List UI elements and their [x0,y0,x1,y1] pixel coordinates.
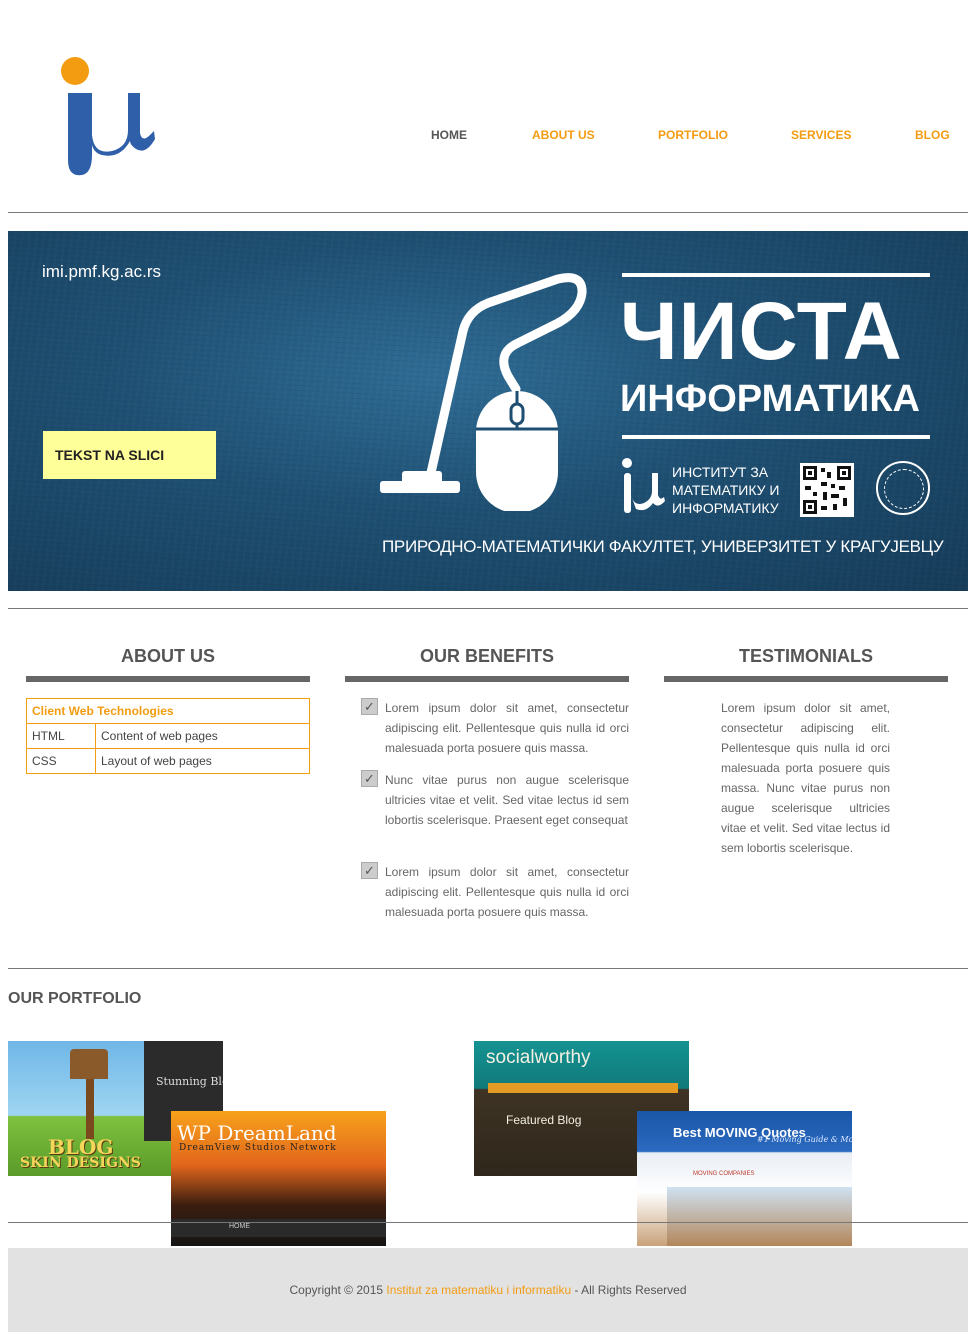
footer-copyright: Copyright © 2015 [289,1283,387,1297]
testimonials-section: TESTIMONIALS [664,646,948,682]
testimonials-heading: TESTIMONIALS [739,646,873,666]
footer-link[interactable]: Institut za matematiku i informatiku [386,1283,571,1297]
table-row: CSS Layout of web pages [26,748,310,774]
nav-portfolio[interactable]: PORTFOLIO [658,128,728,142]
table-row: HTML Content of web pages [26,723,310,749]
banner-button[interactable]: TEKST NA SLICI [43,431,216,479]
benefit-item: ✓ Nunc vitae purus non augue scelerisque… [361,770,629,830]
divider [8,608,968,609]
nav-blog[interactable]: BLOG [915,128,950,142]
heading-bar [664,676,948,682]
testimonial-text: Lorem ipsum dolor sit amet, consectetur … [721,701,890,855]
benefit-item: ✓ Lorem ipsum dolor sit amet, consectetu… [361,862,629,922]
table-cell-tech: CSS [26,748,96,774]
banner-title-line2: ИНФОРМАТИКА [620,378,920,420]
banner-title-line1: ЧИСТА [620,286,903,377]
portfolio-subtitle: #1 Moving Guide & Moving [757,1135,852,1144]
university-seal-icon [876,461,930,515]
benefit-text: Lorem ipsum dolor sit amet, consectetur … [385,701,629,755]
heading-bar [345,676,629,682]
institute-line: ИНСТИТУТ ЗА [672,464,769,480]
benefit-text: Lorem ipsum dolor sit amet, consectetur … [385,865,629,919]
main-nav: HOME ABOUT US PORTFOLIO SERVICES BLOG [0,128,968,144]
banner-rule [622,273,930,277]
banner-university: ПРИРОДНО-МАТЕМАТИЧКИ ФАКУЛТЕТ, УНИВЕРЗИТ… [382,537,944,556]
heading-bar [26,676,310,682]
benefit-item: ✓ Lorem ipsum dolor sit amet, consectetu… [361,698,629,758]
post-shape [86,1079,94,1139]
nav-about-us[interactable]: ABOUT US [532,128,595,142]
thumb-nav-bar [488,1083,678,1093]
institute-line: ИНФОРМАТИКУ [672,500,779,516]
portfolio-extra: HOME [229,1223,250,1230]
divider [8,968,968,969]
table-cell-tech: HTML [26,723,96,749]
portfolio-title: socialworthy [486,1047,591,1068]
hero-banner: imi.pmf.kg.ac.rs TEKST NA SLICI ЧИСТА ИН… [8,231,968,591]
banner-rule [622,435,930,439]
institute-logo-icon [622,458,665,513]
benefits-section: OUR BENEFITS [345,646,629,682]
banner-url: imi.pmf.kg.ac.rs [42,262,162,281]
vacuum-mouse-icon [380,273,587,511]
checkbox-icon: ✓ [361,862,378,879]
table-cell-desc: Content of web pages [95,723,310,749]
institute-line: МАТЕМАТИКУ И [672,482,780,498]
divider [8,1222,968,1223]
about-section: ABOUT US [26,646,310,682]
qr-code-icon [800,463,854,517]
portfolio-thumb-wp-dreamland[interactable]: WP DreamLand DreamView Studios Network H… [171,1111,386,1246]
benefits-heading: OUR BENEFITS [419,646,554,666]
birdhouse-icon [70,1049,108,1079]
thumb-photo [667,1187,852,1246]
portfolio-subtitle: DreamView Studios Network [179,1143,337,1153]
benefit-text: Nunc vitae purus non augue scelerisque u… [385,773,629,827]
divider [8,212,968,213]
portfolio-extra: Stunning Blog S [156,1075,223,1088]
table-header: Client Web Technologies [26,698,310,724]
portfolio-subtitle: SKIN DESIGNS [20,1155,141,1171]
table-cell-desc: Layout of web pages [95,748,310,774]
portfolio-thumb-best-moving[interactable]: Best MOVING Quotes #1 Moving Guide & Mov… [637,1111,852,1246]
table-header-row: Client Web Technologies [26,698,310,724]
footer-rights: - All Rights Reserved [571,1283,687,1297]
checkbox-icon: ✓ [361,770,378,787]
institute-name: ИНСТИТУТ ЗА МАТЕМАТИКУ И ИНФОРМАТИКУ [672,463,802,517]
portfolio-heading: OUR PORTFOLIO [8,990,142,1007]
footer: Copyright © 2015 Institut za matematiku … [8,1248,968,1332]
portfolio-title: WP DreamLand [177,1121,337,1145]
portfolio-subtitle: Featured Blog [506,1113,582,1127]
checkbox-icon: ✓ [361,698,378,715]
portfolio-extra: MOVING COMPANIES [693,1171,755,1177]
nav-services[interactable]: SERVICES [791,128,851,142]
site-logo-icon[interactable] [58,55,158,180]
nav-home[interactable]: HOME [431,128,467,142]
tech-table: Client Web Technologies HTML Content of … [26,698,310,774]
about-heading: ABOUT US [121,646,215,666]
